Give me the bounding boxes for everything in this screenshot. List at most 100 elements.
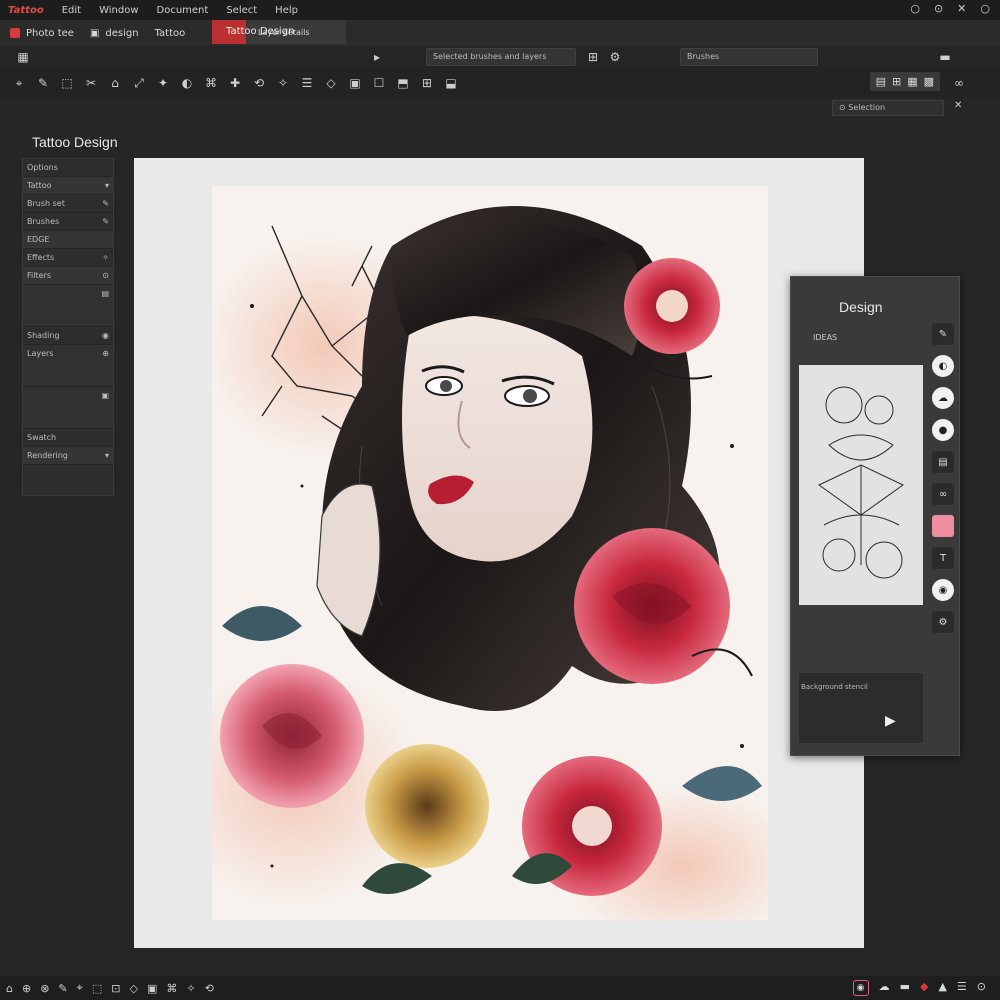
bar-icon[interactable]: ▬: [900, 980, 910, 996]
active-doc-label: Tattoo Design: [226, 26, 295, 37]
layers-icon[interactable]: ▤: [932, 451, 954, 473]
cloud-icon[interactable]: ☁: [879, 980, 890, 996]
menu-icon[interactable]: ☰: [957, 980, 967, 996]
window-controls: ○ ⊙ ✕ ○: [910, 2, 990, 15]
pen-tool-icon[interactable]: ✎: [34, 74, 52, 92]
minimize-icon[interactable]: ○: [910, 2, 920, 15]
command-icon[interactable]: ⌘: [166, 982, 177, 995]
tattoo-artwork[interactable]: [212, 186, 768, 920]
panel-row-rendering[interactable]: Rendering ▾: [23, 447, 113, 465]
sparkle-tool-icon[interactable]: ✦: [154, 74, 172, 92]
zoom-out-icon[interactable]: ⊗: [40, 982, 49, 995]
tab-design[interactable]: ▣ design: [90, 28, 139, 39]
tab-tattoo[interactable]: Tattoo: [155, 28, 186, 39]
menu-tool-icon[interactable]: ☰: [298, 74, 316, 92]
view-list-icon[interactable]: ▤: [876, 75, 886, 88]
resize-tool-icon[interactable]: ⤢: [130, 74, 148, 92]
tab-active-doc-title[interactable]: Tattoo Design: [226, 26, 294, 37]
warning-icon[interactable]: ▲: [938, 980, 946, 996]
record-icon[interactable]: ◉: [852, 980, 869, 996]
menu-help[interactable]: Help: [275, 5, 298, 16]
grid-icon[interactable]: ⊞: [584, 48, 602, 66]
settings-icon[interactable]: ⊙: [977, 980, 986, 996]
command-tool-icon[interactable]: ⌘: [202, 74, 220, 92]
contrast-tool-icon[interactable]: ◐: [178, 74, 196, 92]
menu-select[interactable]: Select: [226, 5, 257, 16]
rotate-tool-icon[interactable]: ⟲: [250, 74, 268, 92]
row-label: Effects: [27, 253, 55, 262]
dropdown-icon[interactable]: ▸: [368, 48, 386, 66]
panel-row-options[interactable]: Options: [23, 159, 113, 177]
panel-row-shading[interactable]: Shading ◉: [23, 327, 113, 345]
frame-tool-icon[interactable]: ▣: [346, 74, 364, 92]
pen-icon[interactable]: ✎: [58, 982, 67, 995]
panel-row-swatch[interactable]: Swatch: [23, 429, 113, 447]
layer-tool-icon[interactable]: ⬒: [394, 74, 412, 92]
text-icon[interactable]: T: [932, 547, 954, 569]
circle-icon[interactable]: ●: [932, 419, 954, 441]
home-tool-icon[interactable]: ⌂: [106, 74, 124, 92]
menu-tattoo[interactable]: Tattoo: [8, 5, 44, 16]
shape-tool-icon[interactable]: ◇: [322, 74, 340, 92]
sparkle-icon[interactable]: ✧: [186, 982, 195, 995]
brush-icon[interactable]: ✎: [932, 323, 954, 345]
layout-icon[interactable]: ▦: [14, 48, 32, 66]
panel-row-edge[interactable]: EDGE: [23, 231, 113, 249]
view-tiles-icon[interactable]: ▦: [907, 75, 917, 88]
view-grid-icon[interactable]: ⊞: [892, 75, 901, 88]
select-icon[interactable]: ⬚: [92, 982, 102, 995]
restore-icon[interactable]: ⊙: [934, 2, 943, 15]
close-selection-icon[interactable]: ✕: [954, 100, 962, 111]
panel-toggle-icon[interactable]: ▬: [936, 48, 954, 66]
close-icon[interactable]: ✕: [957, 2, 966, 15]
gear-icon[interactable]: ⚙: [932, 611, 954, 633]
panel-row-preview[interactable]: ▣: [23, 387, 113, 429]
shape-icon[interactable]: ◇: [129, 982, 137, 995]
eye-icon[interactable]: ◉: [932, 579, 954, 601]
box-tool-icon[interactable]: ☐: [370, 74, 388, 92]
star-tool-icon[interactable]: ✧: [274, 74, 292, 92]
box-icon[interactable]: ▣: [147, 982, 157, 995]
brush-search-field[interactable]: Selected brushes and layers: [426, 48, 576, 66]
play-icon[interactable]: ▶: [885, 713, 896, 729]
rotate-icon[interactable]: ⟲: [205, 982, 214, 995]
view-detail-icon[interactable]: ▩: [924, 75, 934, 88]
mask-tool-icon[interactable]: ⬓: [442, 74, 460, 92]
select-tool-icon[interactable]: ⬚: [58, 74, 76, 92]
settings-icon[interactable]: ⚙: [606, 48, 624, 66]
view-mode-group: ▤ ⊞ ▦ ▩: [869, 72, 940, 91]
menu-window[interactable]: Window: [99, 5, 138, 16]
stencil-preview[interactable]: [799, 365, 923, 605]
menu-edit[interactable]: Edit: [62, 5, 81, 16]
panel-row-layers[interactable]: Layers ⊕: [23, 345, 113, 387]
target-icon[interactable]: ⌖: [77, 981, 83, 995]
move-tool-icon[interactable]: ⌖: [10, 74, 28, 92]
link-icon[interactable]: ∞: [950, 74, 968, 92]
home-icon[interactable]: ⌂: [6, 982, 13, 995]
moon-icon[interactable]: ◐: [932, 355, 954, 377]
cloud-icon[interactable]: ☁: [932, 387, 954, 409]
link-icon[interactable]: ∞: [932, 483, 954, 505]
options-icon[interactable]: ○: [980, 2, 990, 15]
frame-icon[interactable]: ⊡: [111, 982, 120, 995]
zoom-in-icon[interactable]: ⊕: [22, 982, 31, 995]
menu-document[interactable]: Document: [157, 5, 209, 16]
panel-row-brushset[interactable]: Brush set ✎: [23, 195, 113, 213]
panel-row-blank[interactable]: ▤: [23, 285, 113, 327]
row-label: Layers: [27, 349, 54, 358]
selection-dropdown[interactable]: ⊙ Selection: [832, 100, 944, 116]
add-tool-icon[interactable]: ✚: [226, 74, 244, 92]
grid-tool-icon[interactable]: ⊞: [418, 74, 436, 92]
panel-row-filters[interactable]: Filters ⊙: [23, 267, 113, 285]
eye-icon: ◉: [102, 331, 109, 340]
cut-tool-icon[interactable]: ✂: [82, 74, 100, 92]
tab-file[interactable]: Photo tee: [10, 28, 74, 39]
panel-row-effects[interactable]: Effects ✧: [23, 249, 113, 267]
row-label: Brush set: [27, 199, 65, 208]
panel-row-brushes[interactable]: Brushes ✎: [23, 213, 113, 231]
status-bar: ⌂ ⊕ ⊗ ✎ ⌖ ⬚ ⊡ ◇ ▣ ⌘ ✧ ⟲ ◉ ☁ ▬ ◆ ▲ ☰ ⊙: [0, 976, 1000, 1000]
diamond-icon[interactable]: ◆: [920, 980, 928, 996]
color-swatch-icon[interactable]: [932, 515, 954, 537]
panel-row-tattoo[interactable]: Tattoo ▾: [23, 177, 113, 195]
brush-preset-field[interactable]: Brushes: [680, 48, 818, 66]
